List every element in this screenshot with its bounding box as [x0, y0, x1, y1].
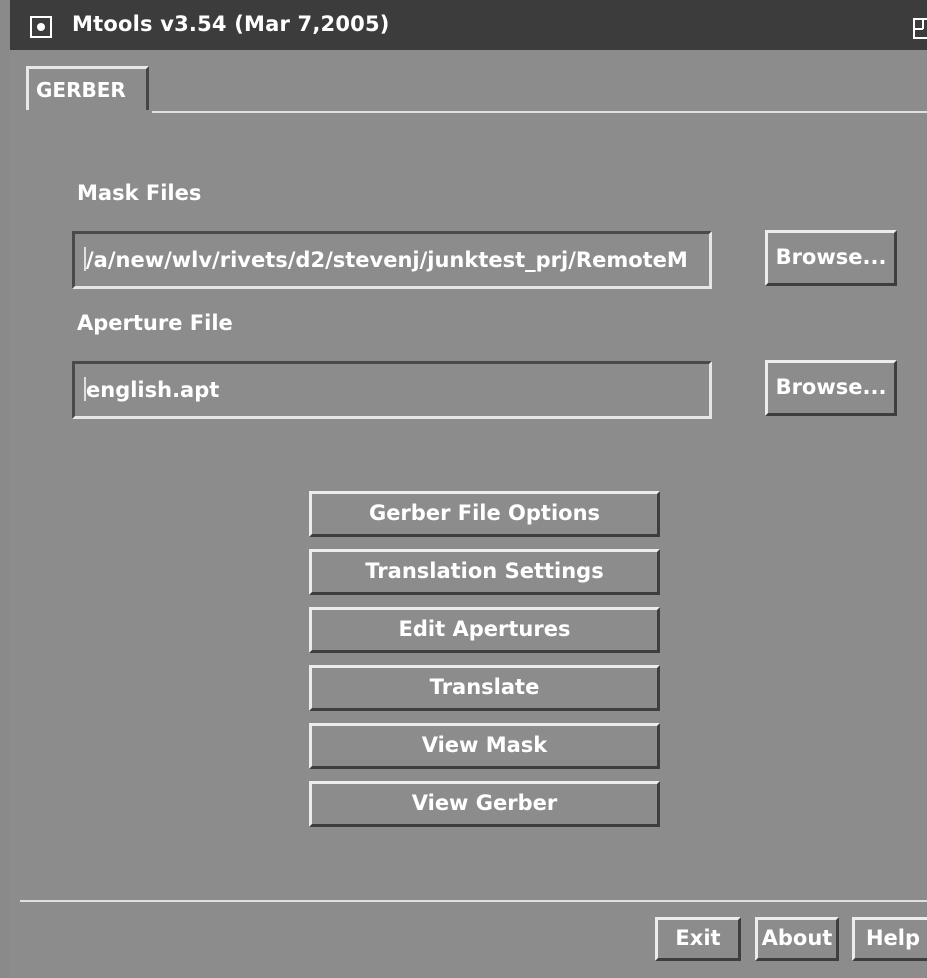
help-button[interactable]: Help	[852, 917, 927, 961]
view-mask-button[interactable]: View Mask	[309, 723, 660, 769]
translation-settings-button[interactable]: Translation Settings	[309, 549, 660, 595]
aperture-file-browse-button[interactable]: Browse...	[765, 360, 897, 416]
maximize-icon[interactable]	[913, 18, 927, 40]
mask-files-value: /a/new/wlv/rivets/d2/stevenj/junktest_pr…	[86, 248, 688, 272]
title-bar: Mtools v3.54 (Mar 7,2005)	[10, 0, 927, 50]
footer-divider	[20, 900, 927, 902]
about-button[interactable]: About	[755, 917, 839, 961]
mask-files-field[interactable]: /a/new/wlv/rivets/d2/stevenj/junktest_pr…	[72, 231, 712, 289]
window-menu-dot	[37, 23, 45, 31]
aperture-file-label: Aperture File	[77, 311, 233, 335]
exit-button[interactable]: Exit	[655, 917, 741, 961]
tab-divider	[152, 111, 927, 113]
mask-files-browse-button[interactable]: Browse...	[765, 230, 897, 286]
translate-button[interactable]: Translate	[309, 665, 660, 711]
mask-files-label: Mask Files	[77, 181, 202, 205]
view-gerber-button[interactable]: View Gerber	[309, 781, 660, 827]
window-menu-icon[interactable]	[30, 16, 52, 38]
app-window: Mtools v3.54 (Mar 7,2005) GERBER Mask Fi…	[0, 0, 927, 978]
window-title: Mtools v3.54 (Mar 7,2005)	[72, 12, 390, 36]
gerber-file-options-button[interactable]: Gerber File Options	[309, 491, 660, 537]
aperture-file-value: english.apt	[86, 378, 220, 402]
edit-apertures-button[interactable]: Edit Apertures	[309, 607, 660, 653]
tab-gerber[interactable]: GERBER	[26, 66, 149, 110]
aperture-file-field[interactable]: english.apt	[72, 361, 712, 419]
